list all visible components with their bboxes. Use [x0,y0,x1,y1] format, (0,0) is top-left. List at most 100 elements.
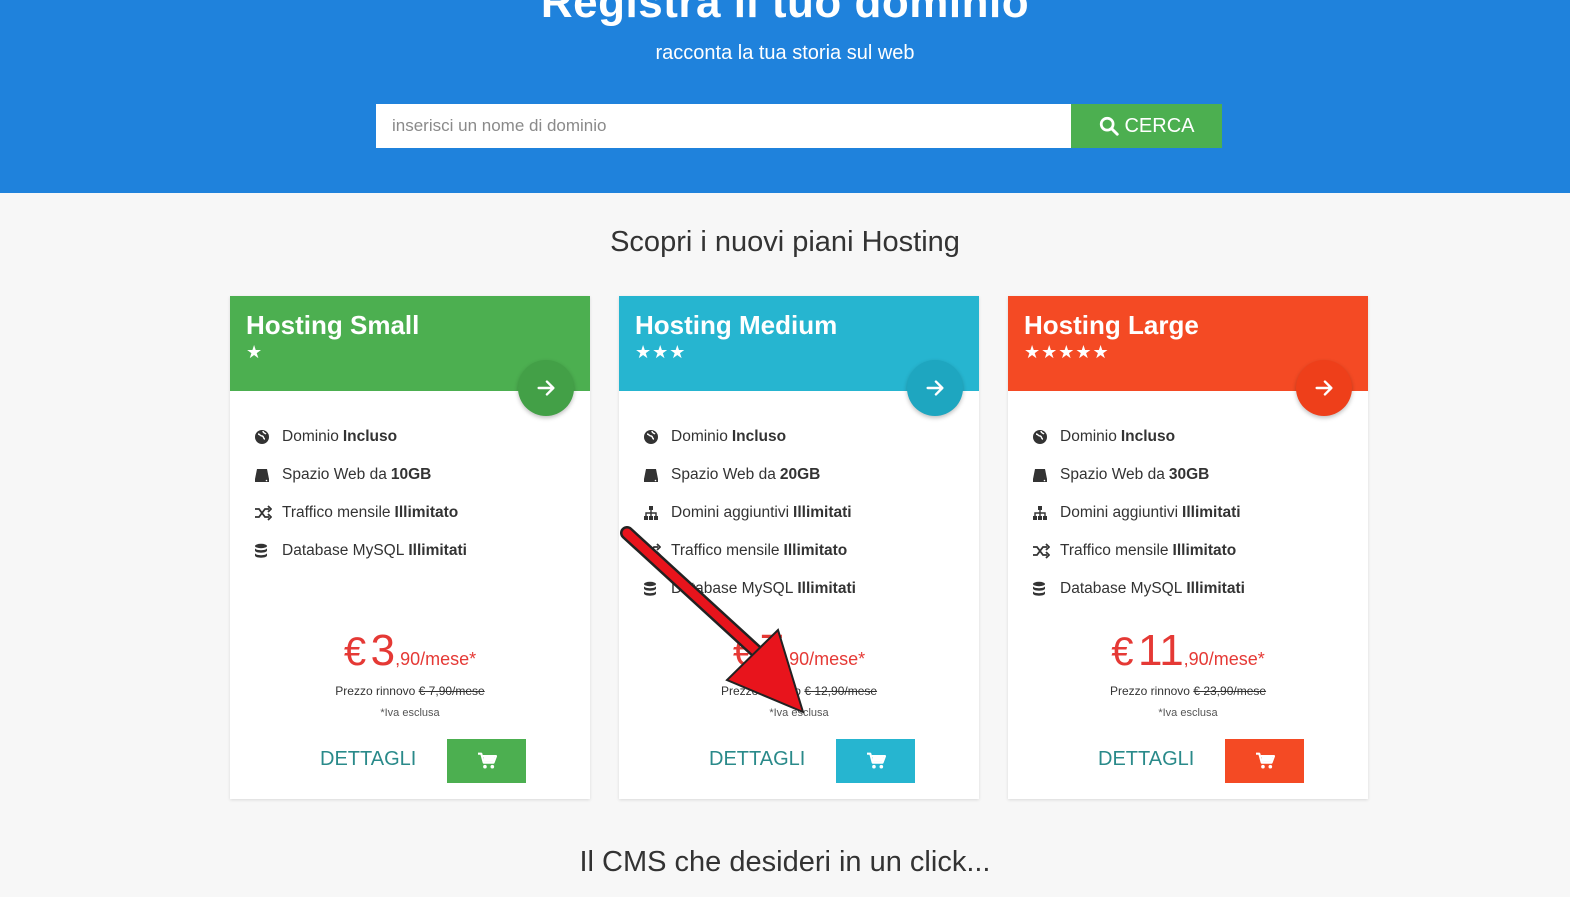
renew-label: Prezzo rinnovo [335,684,416,698]
renew-label: Prezzo rinnovo [720,684,801,698]
feature-label: Domini aggiuntivi [1060,504,1179,521]
feature-list: Dominio Incluso Spazio Web da 20GB Domini ag… [643,418,856,608]
feature-item: Spazio Web da 10GB [254,456,467,494]
feature-value: Illimitato [394,504,459,521]
feature-label: Database MySQL [671,580,794,597]
price-currency: € [343,630,367,674]
plan-arrow-button[interactable] [1296,360,1352,416]
details-link[interactable]: DETTAGLI [1098,748,1194,771]
hdd-icon [254,467,282,483]
feature-item: Spazio Web da 20GB [643,456,856,494]
hero-title: Registra il tuo dominio [540,0,1030,27]
feature-value: Illimitati [797,580,856,597]
vat-note: *Iva esclusa [769,707,829,719]
globe-icon [1032,429,1060,445]
feature-item: Database MySQL Illimitati [643,570,856,608]
price-suffix: ,90/mese* [1183,649,1265,669]
feature-item: Database MySQL Illimitati [254,532,467,570]
feature-label: Database MySQL [282,542,405,559]
feature-value: Illimitato [1172,542,1237,559]
renew-price: Prezzo rinnovo € 12,90/mese [619,684,979,698]
renew-price: Prezzo rinnovo € 23,90/mese [1008,684,1368,698]
star-rating-icon: ★★★★★ [1024,342,1110,362]
renew-value: € 12,90/mese [804,684,878,698]
renew-label: Prezzo rinnovo [1109,684,1190,698]
price-integer: 3 [370,626,396,675]
feature-value: Incluso [342,428,398,445]
add-to-cart-button[interactable] [836,739,915,783]
feature-value: Illimitati [1186,580,1245,597]
plan-price: € 7,90/mese* [619,626,979,676]
add-to-cart-button[interactable] [1225,739,1304,783]
feature-item: Dominio Incluso [1032,418,1245,456]
sitemap-icon [643,505,671,521]
details-link[interactable]: DETTAGLI [320,748,416,771]
search-button[interactable]: CERCA [1071,104,1222,148]
feature-list: Dominio Incluso Spazio Web da 30GB Domini ag… [1032,418,1245,608]
plan-name: Hosting Large [1024,310,1199,340]
feature-item: Traffico mensile Illimitato [1032,532,1245,570]
cms-section-title: Il CMS che desideri in un click... [579,846,991,878]
feature-item: Domini aggiuntivi Illimitati [1032,494,1245,532]
hero-subtitle: racconta la tua storia sul web [655,42,915,64]
details-link[interactable]: DETTAGLI [709,748,805,771]
feature-label: Dominio [671,428,728,445]
price-integer: 11 [1137,626,1184,675]
plan-name: Hosting Small [246,310,420,340]
domain-search-input[interactable] [376,104,1071,148]
cart-icon [866,752,886,769]
renew-price: Prezzo rinnovo € 7,90/mese [230,684,590,698]
arrow-right-icon [537,380,555,396]
arrow-right-icon [1315,380,1333,396]
feature-value: Illimitati [1182,504,1241,521]
feature-item: Dominio Incluso [643,418,856,456]
feature-item: Spazio Web da 30GB [1032,456,1245,494]
globe-icon [254,429,282,445]
star-rating-icon: ★ [246,342,264,362]
cart-icon [1255,752,1275,769]
vat-note: *Iva esclusa [380,707,440,719]
feature-value: Incluso [1120,428,1176,445]
plan-header: Hosting Large ★★★★★ [1008,296,1368,416]
price-currency: € [1111,630,1134,674]
plan-card-medium: Hosting Medium ★★★ Dominio Incluso Spazio … [619,296,979,799]
sitemap-icon [1032,505,1060,521]
feature-item: Traffico mensile Illimitato [254,494,467,532]
plan-price: € 3,90/mese* [230,626,590,676]
hero-banner: Registra il tuo dominio racconta la tua … [0,0,1570,193]
hdd-icon [643,467,671,483]
shuffle-icon [1032,543,1060,559]
price-suffix: ,90/mese* [784,649,866,669]
arrow-right-icon [926,380,944,396]
feature-label: Spazio Web da [1060,466,1165,483]
feature-label: Traffico mensile [671,542,780,559]
feature-label: Traffico mensile [1060,542,1169,559]
price-suffix: ,90/mese* [395,649,477,669]
database-icon [254,543,282,559]
feature-item: Traffico mensile Illimitato [643,532,856,570]
feature-list: Dominio Incluso Spazio Web da 10GB Traffico … [254,418,467,570]
hdd-icon [1032,467,1060,483]
plan-card-large: Hosting Large ★★★★★ Dominio Incluso Spazio… [1008,296,1368,799]
plan-header: Hosting Small ★ [230,296,590,416]
database-icon [643,581,671,597]
plan-card-small: Hosting Small ★ Dominio Incluso Spazio Web… [230,296,590,799]
cart-icon [477,752,497,769]
plan-header: Hosting Medium ★★★ [619,296,979,416]
feature-value: Illimitati [408,542,467,559]
shuffle-icon [643,543,671,559]
feature-value: Incluso [731,428,787,445]
add-to-cart-button[interactable] [447,739,526,783]
feature-label: Database MySQL [1060,580,1183,597]
domain-search: CERCA [376,104,1222,148]
star-rating-icon: ★★★ [635,342,687,362]
feature-label: Traffico mensile [282,504,391,521]
search-icon [1100,116,1120,136]
feature-item: Database MySQL Illimitati [1032,570,1245,608]
plan-arrow-button[interactable] [518,360,574,416]
feature-value: 30GB [1168,466,1210,483]
feature-value: Illimitato [783,542,848,559]
search-button-label: CERCA [1124,114,1195,137]
feature-value: 10GB [390,466,432,483]
plan-arrow-button[interactable] [907,360,963,416]
